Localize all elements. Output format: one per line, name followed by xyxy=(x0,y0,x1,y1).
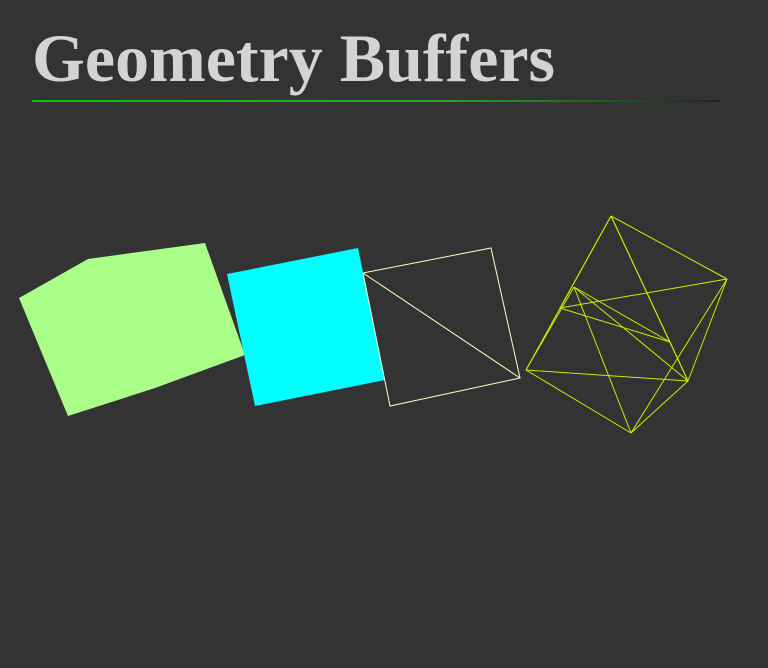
wireframe-square xyxy=(362,247,521,407)
octahedron-edge xyxy=(687,278,728,382)
octahedron-edge xyxy=(559,215,612,309)
octahedron-edge xyxy=(525,286,575,371)
webgl-canvas xyxy=(19,215,728,434)
octahedron-edge xyxy=(610,215,671,343)
wireframe-square-outline xyxy=(362,247,521,407)
octahedron-edge xyxy=(630,278,728,434)
octahedron-edge xyxy=(630,380,689,434)
wireframe-square-diagonal xyxy=(362,272,521,379)
octahedron-edge xyxy=(525,369,632,434)
page: Geometry Buffers xyxy=(0,0,768,668)
octahedron-edge xyxy=(573,286,689,382)
octahedron-edge xyxy=(669,341,689,382)
filled-pentagon xyxy=(19,243,245,416)
octahedron-edge xyxy=(573,286,671,343)
octahedron-edge xyxy=(559,307,671,343)
filled-square xyxy=(227,248,385,406)
wireframe-octahedron xyxy=(525,215,728,434)
octahedron-edge xyxy=(573,286,632,434)
octahedron-edge xyxy=(610,215,728,280)
